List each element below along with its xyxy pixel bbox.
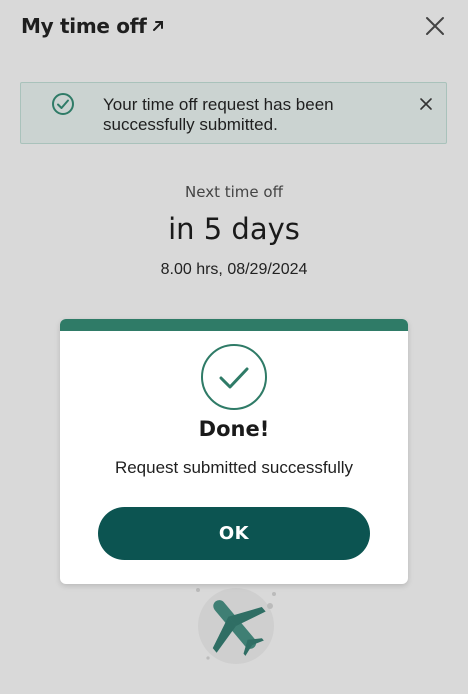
check-circle-icon [52, 93, 74, 115]
close-icon[interactable] [424, 15, 446, 37]
banner-close-icon[interactable] [419, 97, 433, 111]
page-header: My time off [0, 0, 468, 60]
page-title[interactable]: My time off [21, 14, 165, 38]
banner-message: Your time off request has been successfu… [103, 95, 334, 134]
page-title-text: My time off [21, 14, 147, 38]
next-time-off-detail: 8.00 hrs, 08/29/2024 [160, 261, 308, 278]
dialog-message: Request submitted successfully [114, 458, 354, 477]
check-circle-icon [201, 344, 267, 410]
next-time-off-value: in 5 days [168, 212, 300, 246]
external-arrow-icon [152, 21, 163, 31]
dialog-title: Done! [198, 417, 270, 441]
next-time-off-label: Next time off [185, 183, 283, 201]
airplane-icon [196, 588, 276, 664]
success-banner: Your time off request has been successfu… [20, 82, 447, 144]
dialog-accent-bar [60, 319, 408, 331]
success-dialog: Done! Request submitted successfully OK [60, 319, 408, 584]
ok-button[interactable]: OK [98, 507, 370, 560]
